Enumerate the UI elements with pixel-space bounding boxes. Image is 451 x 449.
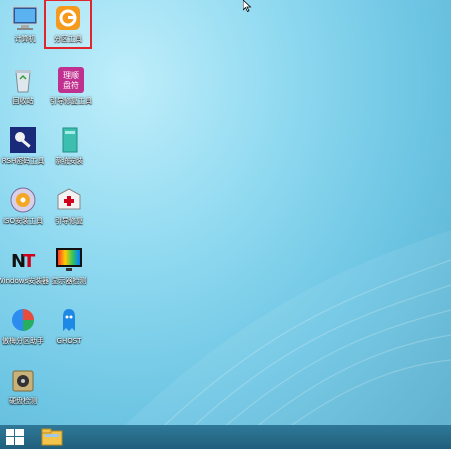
recycle-bin-glyph: [15, 70, 31, 93]
ghost-icon[interactable]: GHOST: [40, 302, 98, 360]
monitor-test-icon[interactable]: 显示器检测: [40, 242, 98, 300]
file-explorer-icon[interactable]: [40, 427, 64, 447]
windows-start-icon[interactable]: [6, 429, 24, 445]
icon-label: RSH密码工具: [1, 157, 45, 165]
icon-label: 回收站: [12, 97, 34, 105]
monitor-icon: [56, 248, 82, 271]
taskbar: [0, 425, 451, 449]
icon-label: 硬盘检测: [9, 397, 37, 405]
icon-label: ISO安装工具: [2, 217, 44, 225]
icon-label: 引导修复工具: [50, 97, 92, 105]
first-aid-kit-icon[interactable]: 引导修复: [40, 182, 98, 240]
pie-icon: [12, 309, 34, 331]
icon-label: 计算机: [14, 35, 36, 43]
icon-label: GHOST: [56, 337, 82, 345]
desktop: 计算机 分区工具 回收站 理顺 盘符 引导修复工具 RSH密码工具 系统安装 I…: [0, 0, 451, 425]
disk-check-icon[interactable]: 硬盘检测: [0, 362, 52, 420]
ghost-glyph: [63, 309, 75, 331]
mouse-cursor-icon: [243, 0, 252, 12]
nt-letter-t: T: [23, 251, 36, 272]
badge-line-1: 理顺: [63, 71, 79, 80]
computer-icon-glyph: [12, 6, 38, 30]
partition-tool-glyph: [56, 6, 80, 30]
icon-label: 傲梅分区助手: [2, 337, 44, 345]
icon-label: 分区工具: [54, 35, 82, 43]
disc-icon: [10, 187, 36, 213]
icon-label: 引导修复: [55, 217, 83, 225]
key-icon: [10, 127, 36, 153]
install-system-glyph: [62, 127, 78, 153]
icon-label: 显示器检测: [51, 277, 87, 285]
boot-repair-glyph: 理顺 盘符: [58, 67, 84, 93]
icon-label: 系统安装: [55, 157, 83, 165]
partition-tool-icon[interactable]: 分区工具: [44, 0, 92, 49]
disk-glyph: [12, 370, 34, 392]
first-aid-glyph: [57, 188, 81, 210]
install-system-icon[interactable]: 系统安装: [40, 122, 98, 180]
badge-line-2: 盘符: [63, 80, 79, 90]
boot-repair-icon[interactable]: 理顺 盘符 引导修复工具: [40, 62, 102, 120]
nt-icon: N T: [11, 251, 36, 272]
